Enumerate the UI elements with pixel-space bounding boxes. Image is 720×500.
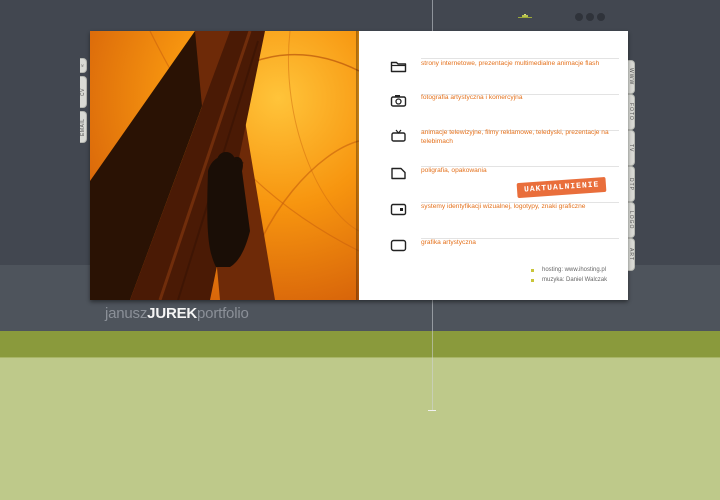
menu-item-www[interactable]: strony internetowe, prezentacje multimed… [390,60,620,73]
tab-back-label: « [80,63,86,68]
tab-cv[interactable]: CV [80,76,87,108]
tab-logo[interactable]: LOGO [628,202,635,238]
menu-item-art[interactable]: grafika artystyczna [390,239,620,252]
update-stamp: UAKTUALNIENIE [516,176,607,199]
menu-item-label: systemy identyfikacji wizualnej, logotyp… [421,203,586,210]
tab-foto[interactable]: FOTO [628,94,635,130]
id-card-icon [390,203,407,216]
guide-line-tick [428,410,436,411]
tab-www-label: WWW [628,68,634,86]
document-icon [391,167,406,180]
tab-art[interactable]: ART [628,238,635,271]
credit-hosting[interactable]: hosting: www.ihosting.pl [531,267,606,273]
frame-icon [390,239,407,252]
bottom-background [0,358,720,500]
menu-item-tv[interactable]: animacje telewizyjne, filmy reklamowe, t… [390,129,620,146]
tab-back[interactable]: « [80,58,87,73]
tab-dtp-label: DTP [628,177,634,191]
control-dot[interactable] [597,13,605,21]
logo-last-name: JUREK [147,305,198,322]
tab-art-label: ART [628,248,634,261]
tab-foto-label: FOTO [628,103,634,121]
tab-email-label: EMAIL [80,118,86,136]
bullet-icon [531,268,534,272]
credit-music-text: muzyka: Daniel Walczak [542,277,608,283]
folder-icon [390,61,407,73]
tab-www[interactable]: WWW [628,60,635,94]
portfolio-book: strony internetowe, prezentacje multimed… [90,31,628,300]
hero-photo [90,31,359,300]
credit-music[interactable]: muzyka: Daniel Walczak [531,277,607,283]
menu-item-label: poligrafia, opakowania [421,167,487,174]
menu-item-label: fotografia artystyczna i komercyjna [421,94,523,101]
tab-logo-label: LOGO [628,210,634,230]
control-dot[interactable] [575,13,583,21]
credit-hosting-text: hosting: www.ihosting.pl [542,267,607,273]
tab-tv[interactable]: TV [628,130,635,166]
menu-separator [421,58,619,59]
right-tab-strip: WWW FOTO TV DTP LOGO ART [628,60,639,271]
ornament-icon [518,14,532,18]
tab-tv-label: TV [628,143,634,153]
menu-item-logo[interactable]: systemy identyfikacji wizualnej, logotyp… [390,203,620,216]
menu-item-label: grafika artystyczna [421,239,476,246]
tab-dtp[interactable]: DTP [628,166,635,202]
camera-icon [390,95,407,107]
window-controls [575,13,605,21]
site-logo[interactable]: januszJUREKportfolio [105,305,249,322]
logo-first-name: janusz [105,305,148,322]
control-dot[interactable] [586,13,594,21]
tab-cv-label: CV [80,88,86,96]
menu-page: strony internetowe, prezentacje multimed… [359,31,628,300]
logo-suffix: portfolio [197,305,249,322]
menu-item-label: strony internetowe, prezentacje multimed… [421,60,600,67]
menu-item-foto[interactable]: fotografia artystyczna i komercyjna [390,94,620,107]
tab-email[interactable]: EMAIL [80,111,87,143]
menu-item-label: animacje telewizyjne, filmy reklamowe, t… [421,129,609,145]
tv-icon [391,129,406,142]
olive-band [0,331,720,357]
bullet-icon [531,278,534,282]
